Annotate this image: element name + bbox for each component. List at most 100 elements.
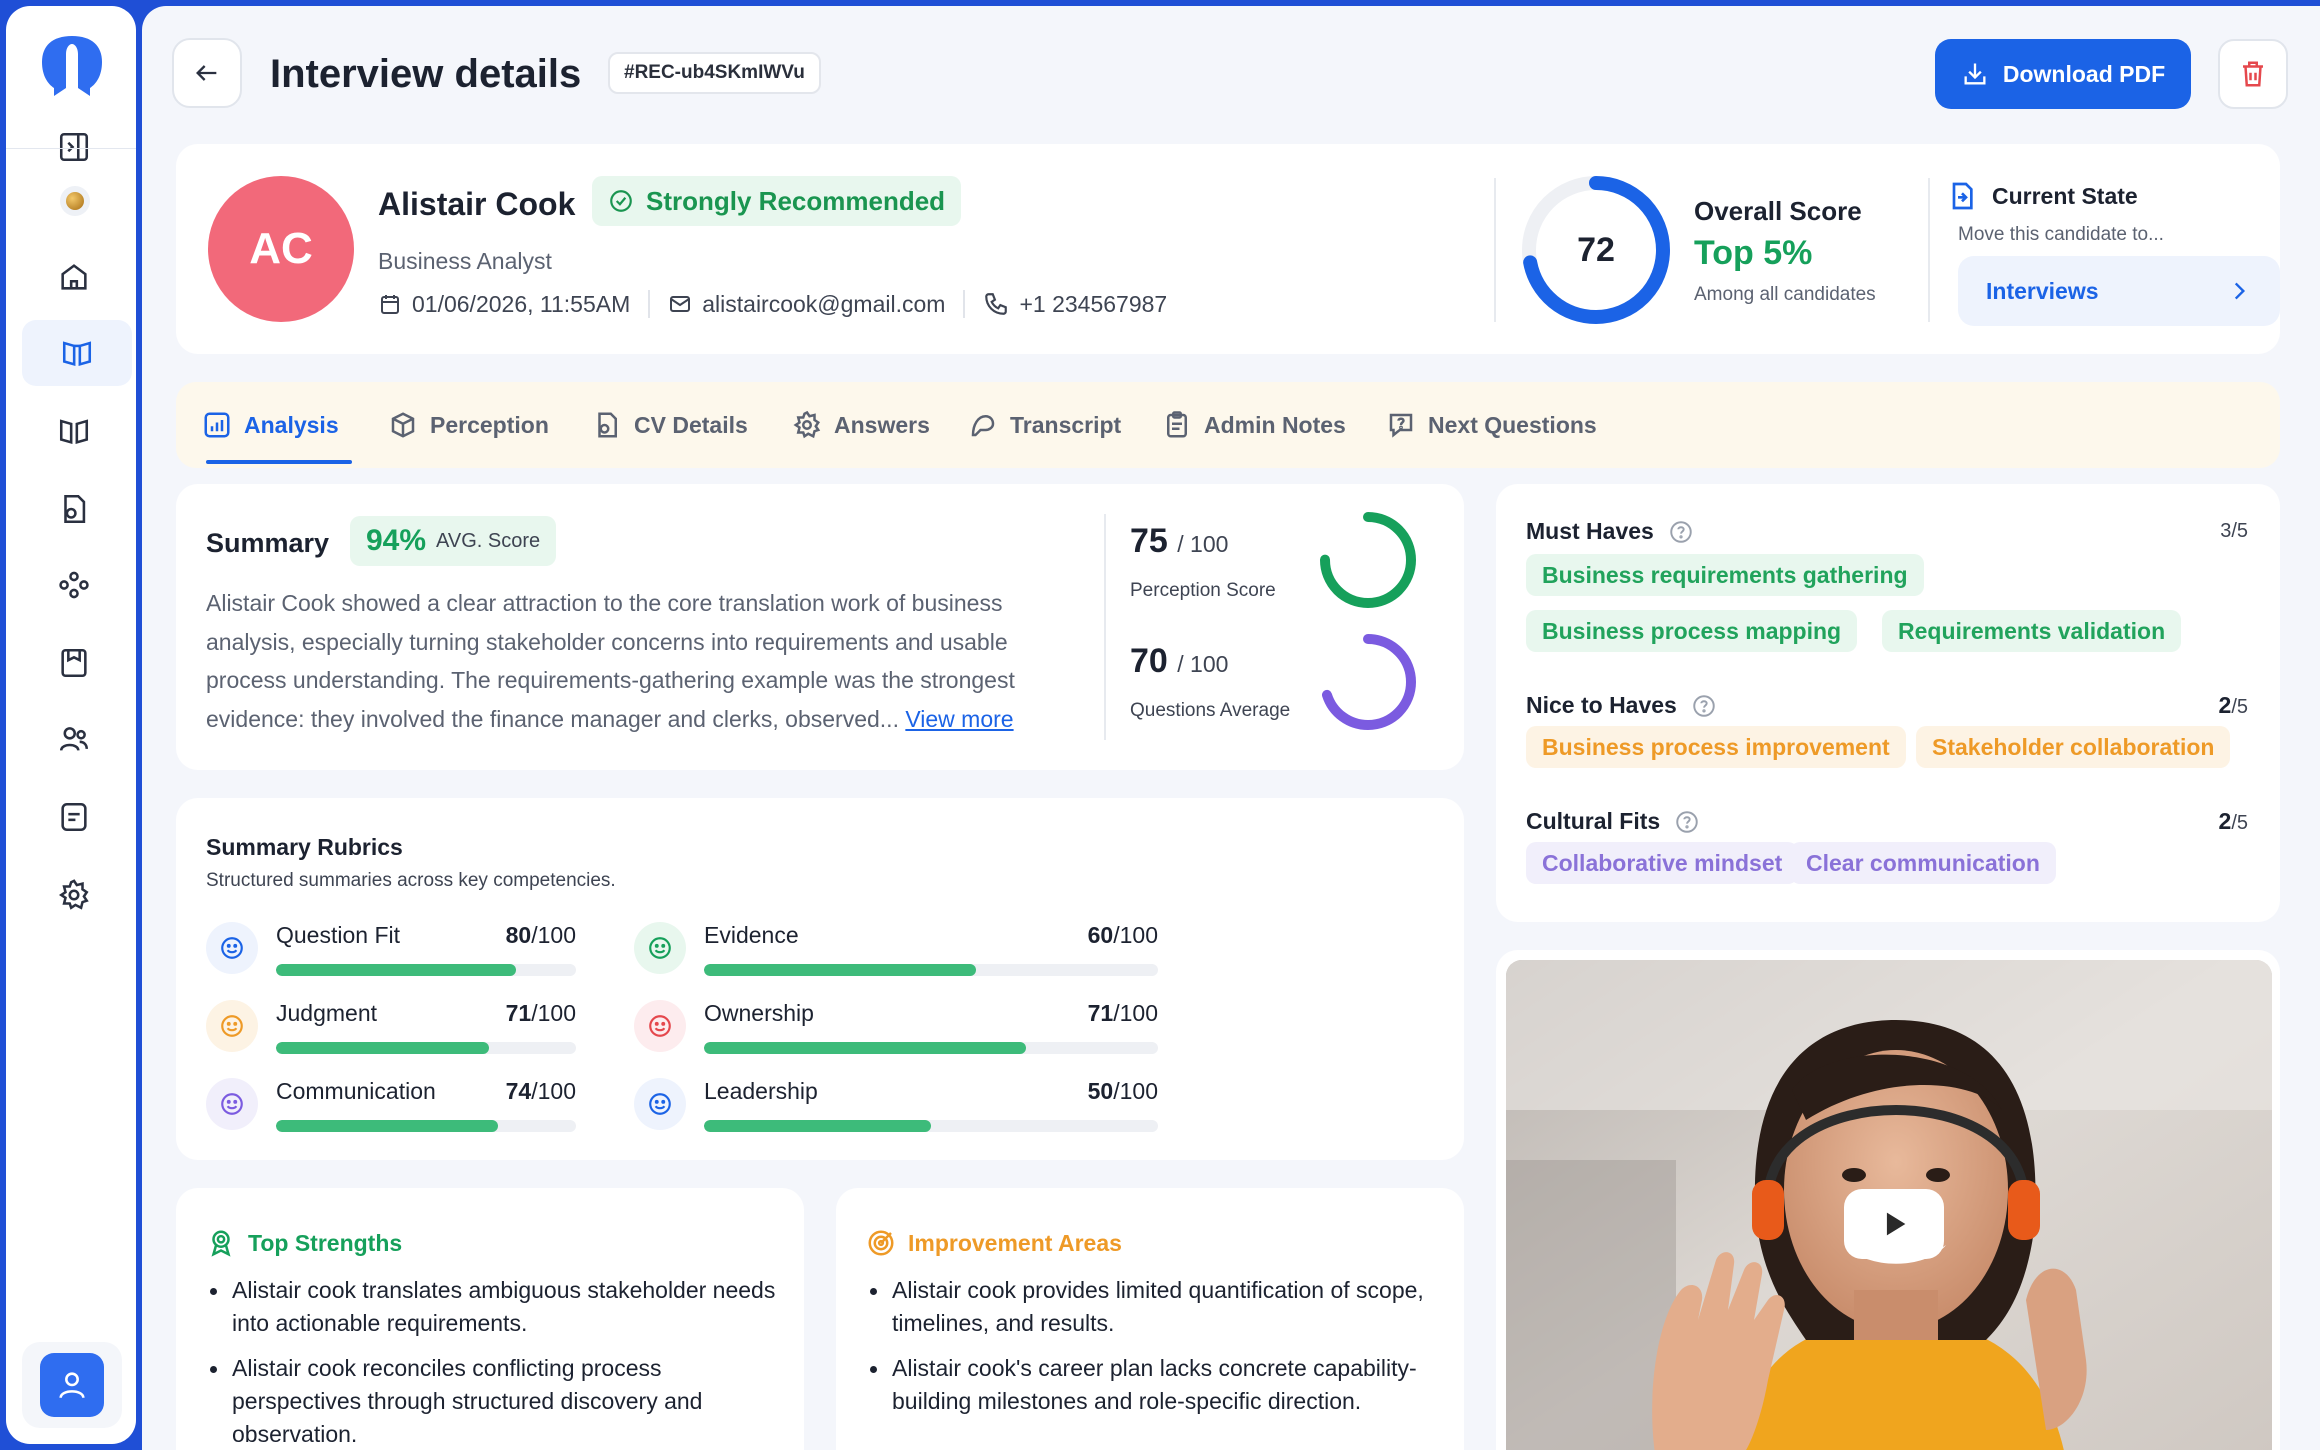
settings-gear-icon[interactable] bbox=[41, 862, 107, 928]
overall-rank: Top 5% bbox=[1694, 234, 1813, 272]
team-network-icon[interactable] bbox=[41, 552, 107, 618]
avatar: AC bbox=[208, 176, 354, 322]
help-circle-icon[interactable] bbox=[1668, 519, 1694, 545]
credits-coin-icon[interactable] bbox=[60, 186, 90, 216]
play-button[interactable] bbox=[1844, 1189, 1944, 1259]
tab-cv-details[interactable]: CV Details bbox=[592, 382, 748, 468]
cultural-fits-count-value: 2 bbox=[2218, 808, 2232, 834]
help-circle-icon[interactable] bbox=[1691, 693, 1717, 719]
rubric-label: Judgment bbox=[276, 1000, 378, 1026]
mail-icon bbox=[670, 296, 691, 312]
must-haves-title: Must Haves bbox=[1526, 518, 1654, 544]
current-state-select[interactable]: Interviews bbox=[1958, 256, 2280, 326]
meta-divider bbox=[963, 290, 966, 318]
questions-average-ring bbox=[1320, 634, 1416, 730]
rubric-item: Leadership 50/100 bbox=[634, 1072, 1158, 1134]
overall-score-title: Overall Score bbox=[1694, 196, 1862, 226]
rubric-score-value: 80 bbox=[505, 922, 532, 948]
tab-admin-notes[interactable]: Admin Notes bbox=[1162, 382, 1346, 468]
current-state-label: Current State bbox=[1992, 182, 2138, 209]
list-item: Alistair cook's career plan lacks concre… bbox=[866, 1352, 1436, 1418]
avg-score-value: 94% bbox=[366, 524, 427, 557]
top-strengths-card: Top Strengths Alistair cook translates a… bbox=[176, 1188, 804, 1450]
rubric-score: 71/100 bbox=[506, 1000, 576, 1027]
questions-average-max: / 100 bbox=[1177, 651, 1229, 677]
interview-video-player[interactable] bbox=[1506, 960, 2272, 1450]
cultural-fits-heading: Cultural Fits bbox=[1526, 808, 1700, 835]
avg-score-label: AVG. Score bbox=[436, 529, 541, 552]
home-icon[interactable] bbox=[41, 244, 107, 310]
list-item: Alistair cook translates ambiguous stake… bbox=[206, 1274, 776, 1340]
view-more-link[interactable]: View more bbox=[905, 706, 1013, 732]
users-icon[interactable] bbox=[41, 706, 107, 772]
summary-title: Summary bbox=[206, 528, 330, 558]
open-book-icon bbox=[62, 341, 92, 367]
download-pdf-button[interactable]: Download PDF bbox=[1935, 39, 2191, 109]
play-icon bbox=[1886, 1212, 1906, 1236]
perception-score-max: / 100 bbox=[1177, 531, 1229, 557]
rubric-label: Ownership bbox=[704, 1000, 814, 1026]
badge-icon bbox=[793, 410, 821, 439]
summary-divider bbox=[1104, 514, 1106, 740]
must-haves-count: 3/5 bbox=[2220, 520, 2248, 543]
rubric-item: Communication 74/100 bbox=[206, 1072, 576, 1134]
tab-answers[interactable]: Answers bbox=[792, 382, 930, 468]
interview-video-card bbox=[1496, 950, 2280, 1450]
must-haves-heading: Must Haves bbox=[1526, 518, 1694, 545]
trash-icon bbox=[2243, 61, 2263, 87]
user-profile-button[interactable] bbox=[40, 1353, 104, 1417]
nice-to-haves-count-value: 2 bbox=[2218, 692, 2232, 718]
rubric-score: 74/100 bbox=[506, 1078, 576, 1105]
summary-rubrics-card: Summary Rubrics Structured summaries acr… bbox=[176, 798, 1464, 1160]
candidate-phone[interactable]: +1 234567987 bbox=[983, 291, 1167, 318]
rubric-score: 71/100 bbox=[1088, 1000, 1158, 1027]
strengths-list: Alistair cook translates ambiguous stake… bbox=[206, 1274, 776, 1450]
sidebar-divider bbox=[6, 148, 136, 149]
help-circle-icon[interactable] bbox=[1674, 809, 1700, 835]
sidebar-item-interviews[interactable] bbox=[22, 320, 132, 386]
smiley-icon bbox=[206, 1078, 258, 1130]
rubric-item: Evidence 60/100 bbox=[634, 916, 1158, 978]
tab-perception[interactable]: Perception bbox=[388, 382, 549, 468]
cultural-fits-count-total: /5 bbox=[2231, 812, 2248, 834]
record-id-badge[interactable]: #REC-ub4SKmIWVu bbox=[608, 52, 821, 94]
tab-transcript[interactable]: Transcript bbox=[968, 382, 1121, 468]
file-icon bbox=[598, 412, 617, 438]
check-circle-icon bbox=[610, 190, 632, 212]
tab-label: Next Questions bbox=[1428, 411, 1597, 438]
sidebar bbox=[6, 6, 136, 1444]
tab-next-questions[interactable]: Next Questions bbox=[1386, 382, 1597, 468]
skill-chip: Business process mapping bbox=[1526, 610, 1858, 652]
collapse-sidebar-icon[interactable] bbox=[41, 114, 107, 180]
rubric-score-max: /100 bbox=[1113, 922, 1158, 948]
improvement-areas-card: Improvement Areas Alistair cook provides… bbox=[836, 1188, 1464, 1450]
profile-divider bbox=[1928, 178, 1930, 322]
library-book-icon[interactable] bbox=[41, 398, 107, 464]
rubric-progress-fill bbox=[704, 964, 977, 976]
back-button[interactable] bbox=[172, 38, 242, 108]
documents-icon[interactable] bbox=[41, 476, 107, 542]
skill-chip: Stakeholder collaboration bbox=[1916, 726, 2231, 768]
delete-button[interactable] bbox=[2218, 39, 2288, 109]
skills-card: Must Haves 3/5 Business requirements gat… bbox=[1496, 484, 2280, 922]
candidate-email[interactable]: alistaircook@gmail.com bbox=[668, 291, 945, 318]
smiley-icon bbox=[634, 922, 686, 974]
tab-label: Transcript bbox=[1010, 411, 1122, 438]
recommendation-badge: Strongly Recommended bbox=[592, 176, 962, 226]
award-icon bbox=[211, 1230, 231, 1257]
tab-label: Answers bbox=[834, 411, 930, 438]
saved-icon[interactable] bbox=[41, 630, 107, 696]
tab-analysis[interactable]: Analysis bbox=[202, 382, 339, 468]
main-content: Interview details #REC-ub4SKmIWVu Downlo… bbox=[142, 6, 2320, 1450]
rubrics-subtitle: Structured summaries across key competen… bbox=[206, 870, 616, 891]
rubric-score-max: /100 bbox=[1113, 1000, 1158, 1026]
reports-icon[interactable] bbox=[41, 784, 107, 850]
rubric-progress-fill bbox=[704, 1120, 931, 1132]
recommendation-label: Strongly Recommended bbox=[646, 185, 946, 216]
tab-label: Perception bbox=[430, 411, 549, 438]
summary-text: Alistair Cook showed a clear attraction … bbox=[206, 584, 1086, 738]
current-state-subtitle: Move this candidate to... bbox=[1958, 224, 2164, 245]
rubric-score-value: 74 bbox=[505, 1078, 532, 1104]
profile-divider bbox=[1494, 178, 1496, 322]
app-logo[interactable] bbox=[36, 32, 108, 100]
